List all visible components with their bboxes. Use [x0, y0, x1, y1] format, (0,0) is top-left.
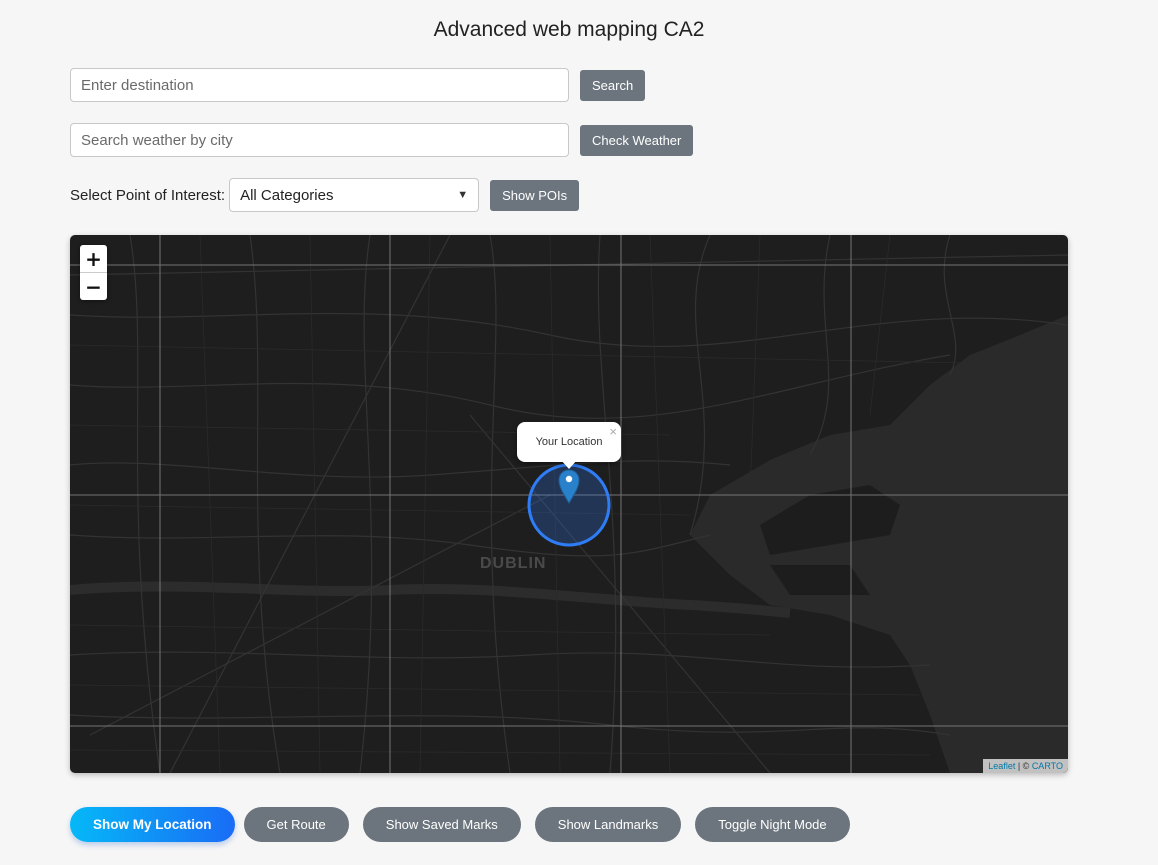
- carto-link[interactable]: CARTO: [1032, 761, 1063, 771]
- check-weather-button[interactable]: Check Weather: [580, 124, 694, 156]
- chevron-down-icon: ▼: [457, 189, 469, 201]
- destination-row: Search: [70, 68, 646, 102]
- close-icon[interactable]: ×: [609, 424, 617, 439]
- map-attribution: Leaflet | © CARTO: [983, 759, 1068, 773]
- weather-city-input[interactable]: [70, 123, 569, 157]
- show-pois-button[interactable]: Show POIs: [490, 179, 580, 211]
- toggle-night-mode-button[interactable]: Toggle Night Mode: [695, 807, 850, 842]
- attribution-separator: | ©: [1015, 761, 1032, 771]
- poi-selected-value: All Categories: [240, 186, 334, 204]
- page-title: Advanced web mapping CA2: [433, 18, 705, 41]
- popup-tip: [561, 460, 577, 469]
- map-tiles: [70, 235, 1068, 773]
- search-button[interactable]: Search: [580, 69, 646, 101]
- show-my-location-button[interactable]: Show My Location: [70, 807, 235, 842]
- map-view[interactable]: + − DUBLIN Your Location × Leaflet | © C…: [70, 235, 1068, 773]
- location-popup: Your Location ×: [517, 422, 621, 462]
- show-saved-marks-button[interactable]: Show Saved Marks: [362, 807, 521, 842]
- map-city-label: DUBLIN: [480, 555, 547, 572]
- poi-label: Select Point of Interest:: [70, 186, 226, 204]
- weather-row: Check Weather: [70, 123, 694, 157]
- leaflet-link[interactable]: Leaflet: [988, 761, 1015, 771]
- poi-row: Select Point of Interest: All Categories…: [70, 178, 580, 212]
- zoom-in-button[interactable]: +: [80, 245, 107, 272]
- zoom-out-button[interactable]: −: [80, 272, 107, 300]
- destination-input[interactable]: [70, 68, 569, 102]
- zoom-control: + −: [80, 245, 107, 300]
- get-route-button[interactable]: Get Route: [243, 807, 349, 842]
- popup-text: Your Location: [535, 436, 603, 448]
- show-landmarks-button[interactable]: Show Landmarks: [534, 807, 682, 842]
- poi-category-select[interactable]: All Categories ▼: [229, 178, 480, 212]
- action-bar: Show My Location Get Route Show Saved Ma…: [70, 807, 864, 842]
